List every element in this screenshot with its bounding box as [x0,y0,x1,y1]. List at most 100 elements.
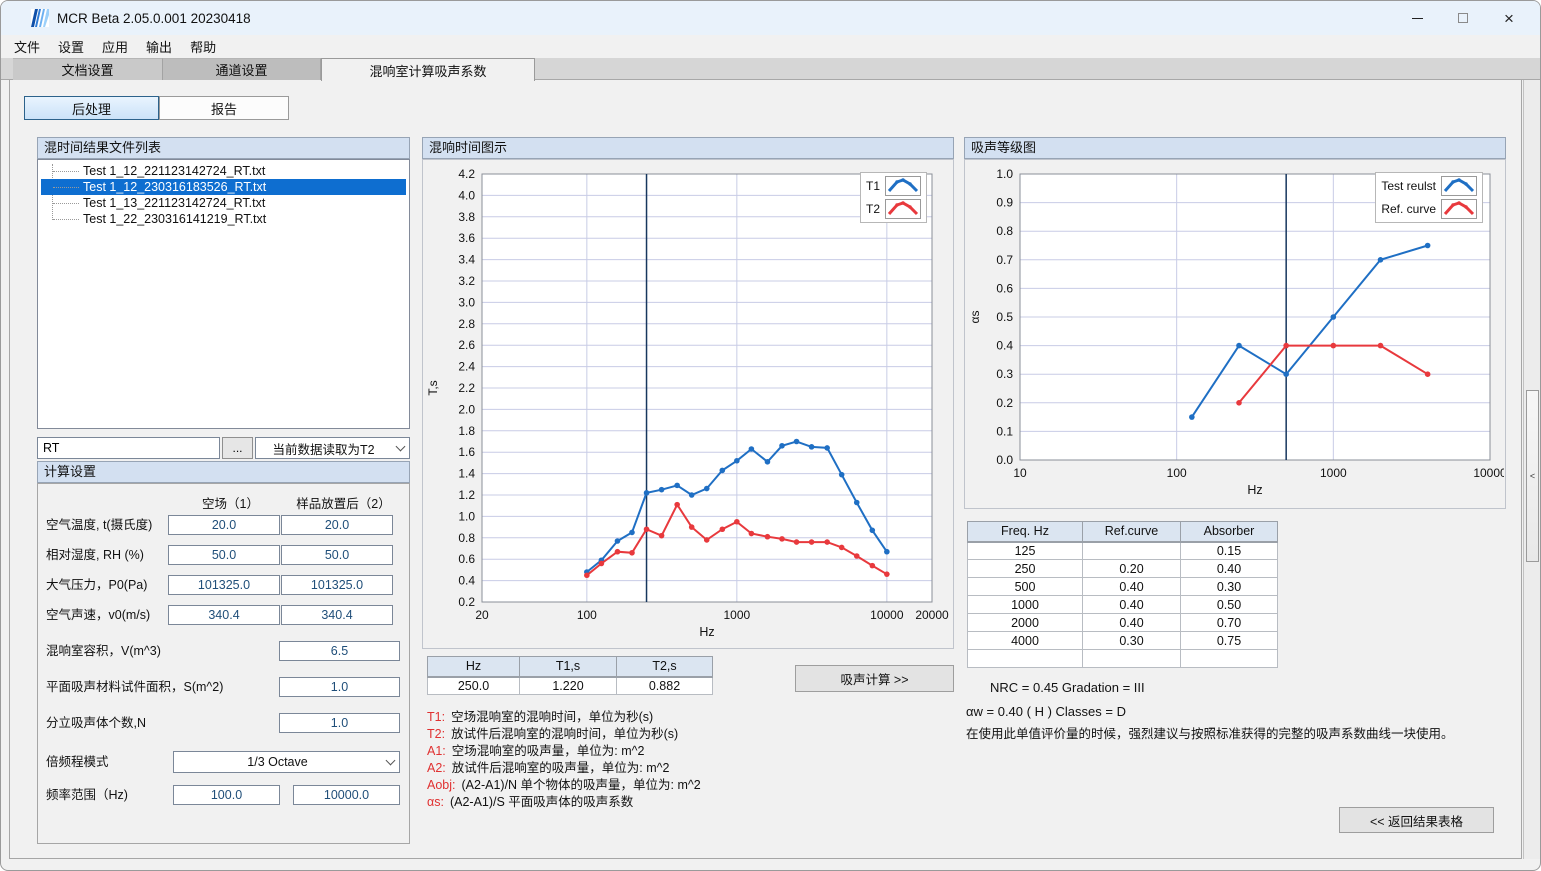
minimize-button[interactable] [1394,1,1440,35]
octave-mode-dropdown[interactable]: 1/3 Octave [173,751,400,773]
table-cell [1083,542,1181,560]
calc-row-label: 平面吸声材料试件面积，S(m^2) [46,677,223,697]
back-to-results-button[interactable]: << 返回结果表格 [1339,807,1494,833]
browse-button[interactable]: ... [222,437,253,459]
table-row: 20000.400.70 [968,614,1278,632]
rt-file-list[interactable]: Test 1_12_221123142724_RT.txtTest 1_12_2… [37,159,410,429]
note-line: T1:空场混响室的混响时间，单位为秒(s) [427,709,701,726]
subtab-1[interactable]: 报告 [159,96,289,120]
calc-input[interactable] [281,575,393,595]
legend-label: T2 [866,202,880,216]
table-header: T2,s [617,657,713,677]
calc-input[interactable] [279,713,400,733]
calc-input[interactable] [168,545,280,565]
maximize-button[interactable] [1440,1,1486,35]
dropdown-arrow-button[interactable] [381,752,399,772]
tree-connector [53,187,79,188]
svg-text:3.2: 3.2 [458,274,475,288]
svg-text:T,s: T,s [426,380,440,395]
title-bar: MCR Beta 2.05.0.001 20230418 × [1,1,1540,35]
absorption-calc-button[interactable]: 吸声计算 >> [795,665,954,692]
tree-connector [53,203,79,204]
table-cell: 0.75 [1181,632,1278,650]
menu-item-0[interactable]: 文件 [5,34,49,59]
menu-item-3[interactable]: 输出 [137,34,181,59]
file-name: Test 1_22_230316141219_RT.txt [83,212,266,226]
table-cell: 0.30 [1083,632,1181,650]
octave-mode-value: 1/3 Octave [174,755,381,769]
series-curve-icon [1441,176,1477,196]
side-strip: < [1523,80,1540,859]
svg-text:20000: 20000 [915,608,949,622]
table-cell: 1000 [968,596,1083,614]
note-text: (A2-A1)/N 单个物体的吸声量，单位为: m^2 [462,778,701,792]
table-cell [1083,650,1181,668]
svg-text:0.6: 0.6 [458,552,475,566]
freq-max-input[interactable] [293,785,400,805]
calc-input[interactable] [281,545,393,565]
calc-input[interactable] [168,575,280,595]
svg-text:10: 10 [1013,466,1027,480]
collapse-panel-handle[interactable]: < [1526,390,1539,562]
legend-entry: T2 [866,199,921,219]
calc-input[interactable] [281,605,393,625]
data-read-value: 当前数据读取为T2 [256,439,391,458]
svg-text:1.2: 1.2 [458,488,475,502]
file-list-item[interactable]: Test 1_22_230316141219_RT.txt [41,211,406,227]
svg-text:2.2: 2.2 [458,381,475,395]
calc-input[interactable] [279,641,400,661]
file-list-item[interactable]: Test 1_13_221123142724_RT.txt [41,195,406,211]
table-cell: 1.220 [520,677,617,695]
table-header: Absorber [1181,522,1278,542]
rt-result-table: HzT1,sT2,s250.01.2200.882 [427,656,713,695]
table-row: 2500.200.40 [968,560,1278,578]
octave-mode-label: 倍频程模式 [46,752,109,772]
svg-text:0.4: 0.4 [458,574,475,588]
dropdown-arrow-button[interactable] [391,438,409,458]
chart-legend: Test reulstRef. curve [1375,172,1483,223]
calc-input[interactable] [281,515,393,535]
note-text: 空场混响室的吸声量，单位为: m^2 [452,744,645,758]
menu-item-2[interactable]: 应用 [93,34,137,59]
app-window: MCR Beta 2.05.0.001 20230418 × 文件设置应用输出帮… [0,0,1541,871]
file-list-item[interactable]: Test 1_12_230316183526_RT.txt [41,179,406,195]
tab-1[interactable]: 通道设置 [163,58,321,80]
note-term: αs: [427,795,444,809]
chart-canvas: 0.20.40.60.81.01.21.41.61.82.02.22.42.62… [424,161,952,647]
table-cell: 0.70 [1181,614,1278,632]
table-header: Freq. Hz [968,522,1083,542]
tree-connector [53,171,79,172]
table-cell: 0.40 [1083,614,1181,632]
legend-label: Ref. curve [1381,202,1436,216]
rt-chart: 0.20.40.60.81.01.21.41.61.82.02.22.42.62… [422,159,954,649]
menu-item-4[interactable]: 帮助 [181,34,225,59]
calc-input[interactable] [279,677,400,697]
svg-text:0.0: 0.0 [996,453,1013,467]
table-cell: 0.20 [1083,560,1181,578]
menu-item-1[interactable]: 设置 [49,34,93,59]
table-header: Hz [428,657,520,677]
calc-input[interactable] [168,515,280,535]
legend-entry: Ref. curve [1381,199,1477,219]
data-read-dropdown[interactable]: 当前数据读取为T2 [255,437,410,459]
svg-text:10000: 10000 [1473,466,1504,480]
rt-name-input[interactable] [37,437,220,459]
freq-min-input[interactable] [173,785,280,805]
file-list-item[interactable]: Test 1_12_221123142724_RT.txt [41,163,406,179]
chevron-down-icon [395,441,405,451]
svg-text:20: 20 [475,608,489,622]
tab-2[interactable]: 混响室计算吸声系数 [321,58,535,81]
svg-text:1.6: 1.6 [458,445,475,459]
close-button[interactable]: × [1486,1,1532,35]
subtab-0[interactable]: 后处理 [24,96,159,120]
svg-text:Hz: Hz [1247,483,1262,497]
column-header-empty-room: 空场（1） [168,493,293,512]
table-cell [968,650,1083,668]
chevron-down-icon [385,755,395,765]
calc-input[interactable] [168,605,280,625]
svg-text:1000: 1000 [1320,466,1347,480]
svg-text:Hz: Hz [699,625,714,639]
table-cell: 4000 [968,632,1083,650]
tab-0[interactable]: 文档设置 [13,58,163,80]
svg-text:1.0: 1.0 [996,167,1013,181]
